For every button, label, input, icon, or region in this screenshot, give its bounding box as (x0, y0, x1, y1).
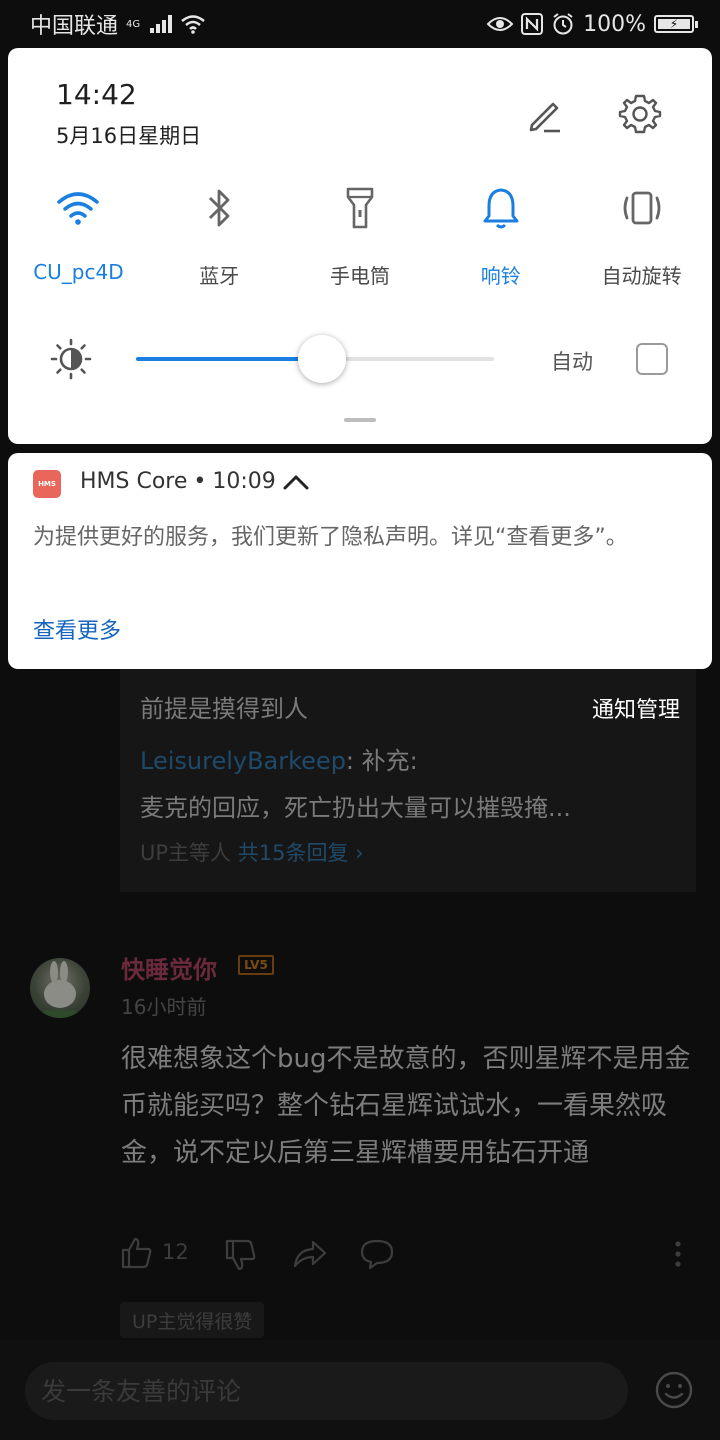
like-count: 12 (162, 1240, 189, 1264)
hms-app-icon: HMS (33, 470, 61, 498)
tile-flashlight[interactable]: 手电筒 (290, 184, 431, 289)
status-bar: 中国联通 4G 100% ⚡ (0, 0, 720, 48)
comment-bottom-bar (0, 1340, 720, 1440)
reply-item: LeisurelyBarkeep: 补充: (140, 741, 418, 776)
up-liked-badge: UP主觉得很赞 (120, 1302, 265, 1338)
reply-prefix: 补充: (361, 747, 418, 775)
brightness-icon (50, 338, 92, 380)
tile-flashlight-label: 手电筒 (329, 264, 390, 288)
tile-bluetooth[interactable]: 蓝牙 (149, 184, 290, 289)
auto-brightness-checkbox[interactable] (636, 343, 668, 375)
hms-notification[interactable]: HMS HMS Core • 10:09 为提供更好的服务，我们更新了隐私声明。… (8, 453, 712, 669)
auto-brightness-label: 自动 (551, 350, 593, 374)
nfc-icon (521, 13, 544, 35)
more-replies-link[interactable]: UP主等人 共15条回复 › (140, 837, 364, 867)
comment-text: 很难想象这个bug不是故意的，否则星辉不是用金币就能买吗？整个钻石星辉试试水，一… (121, 1044, 691, 1168)
quick-tiles: CU_pc4D 蓝牙 手电筒 响铃 自动旋转 (8, 184, 712, 289)
eye-icon (487, 17, 514, 31)
notification-management-button[interactable]: 通知管理 (592, 692, 680, 724)
tile-ringer[interactable]: 响铃 (430, 184, 571, 289)
tile-wifi[interactable]: CU_pc4D (8, 184, 149, 289)
avatar[interactable] (30, 958, 90, 1018)
thumbs-up-icon[interactable] (120, 1236, 154, 1270)
reply-text: 麦克的回应，死亡扔出大量可以摧毁掩... (140, 794, 571, 822)
auto-rotate-icon (623, 191, 660, 225)
notification-app-name: HMS Core (80, 469, 188, 494)
clock-date[interactable]: 5月16日星期日 (56, 120, 201, 150)
brightness-thumb[interactable] (298, 335, 347, 383)
status-bar-right: 100% ⚡ (487, 11, 698, 37)
flashlight-icon (346, 187, 374, 229)
battery-percent: 100% (583, 11, 646, 37)
more-replies-prefix: UP主等人 (140, 841, 238, 865)
notification-body: 为提供更好的服务，我们更新了隐私声明。详见“查看更多”。 (33, 525, 628, 550)
thumbs-down-icon[interactable] (224, 1238, 258, 1272)
clock-time[interactable]: 14:42 (56, 78, 137, 111)
status-bar-left: 中国联通 4G (30, 8, 206, 40)
rabbit-avatar-icon (34, 961, 86, 1018)
quick-settings-panel: 14:42 5月16日星期日 CU_pc4D 蓝牙 手电筒 响铃 自动旋转 自动 (8, 48, 712, 444)
notification-separator: • (193, 469, 207, 494)
comment-actions: 12 (120, 1234, 696, 1274)
notification-header: HMS Core • 10:09 (80, 469, 310, 494)
level-badge: LV5 (238, 955, 274, 975)
alarm-icon (553, 13, 573, 35)
comment-username[interactable]: 快睡觉你 (121, 950, 217, 985)
more-replies-count: 共15条回复 (237, 841, 349, 865)
reply-separator: : (345, 747, 362, 775)
emoji-icon[interactable] (654, 1370, 694, 1410)
view-more-link[interactable]: 查看更多 (33, 613, 121, 645)
reply-text: 前提是摸得到人 (140, 695, 308, 723)
tile-bluetooth-label: 蓝牙 (199, 264, 240, 288)
reply-username[interactable]: LeisurelyBarkeep (140, 747, 346, 775)
wifi-icon (57, 192, 100, 225)
collapse-chevron-icon[interactable] (282, 471, 310, 493)
chevron-right-icon: › (355, 841, 364, 865)
bell-icon (483, 188, 519, 229)
settings-gear-icon[interactable] (616, 90, 664, 138)
tile-auto-rotate-label: 自动旋转 (601, 264, 682, 288)
brightness-fill (136, 357, 323, 361)
tile-wifi-label: CU_pc4D (33, 260, 124, 284)
signal-icon (150, 15, 173, 33)
comment-time: 16小时前 (121, 995, 207, 1019)
edit-icon[interactable] (522, 92, 566, 136)
brightness-slider[interactable] (136, 335, 494, 383)
wifi-icon (181, 15, 205, 34)
bluetooth-icon (209, 189, 230, 227)
network-type: 4G (126, 18, 141, 30)
battery-icon: ⚡ (654, 15, 698, 33)
comment-bubble-icon[interactable] (360, 1238, 394, 1270)
expand-handle[interactable] (344, 418, 376, 422)
more-vertical-icon[interactable] (668, 1238, 688, 1270)
notification-time: 10:09 (212, 469, 276, 494)
carrier-name: 中国联通 (30, 14, 119, 39)
share-icon[interactable] (292, 1236, 328, 1270)
tile-auto-rotate[interactable]: 自动旋转 (571, 184, 712, 289)
comment-input[interactable] (25, 1362, 628, 1420)
tile-ringer-label: 响铃 (480, 264, 521, 288)
